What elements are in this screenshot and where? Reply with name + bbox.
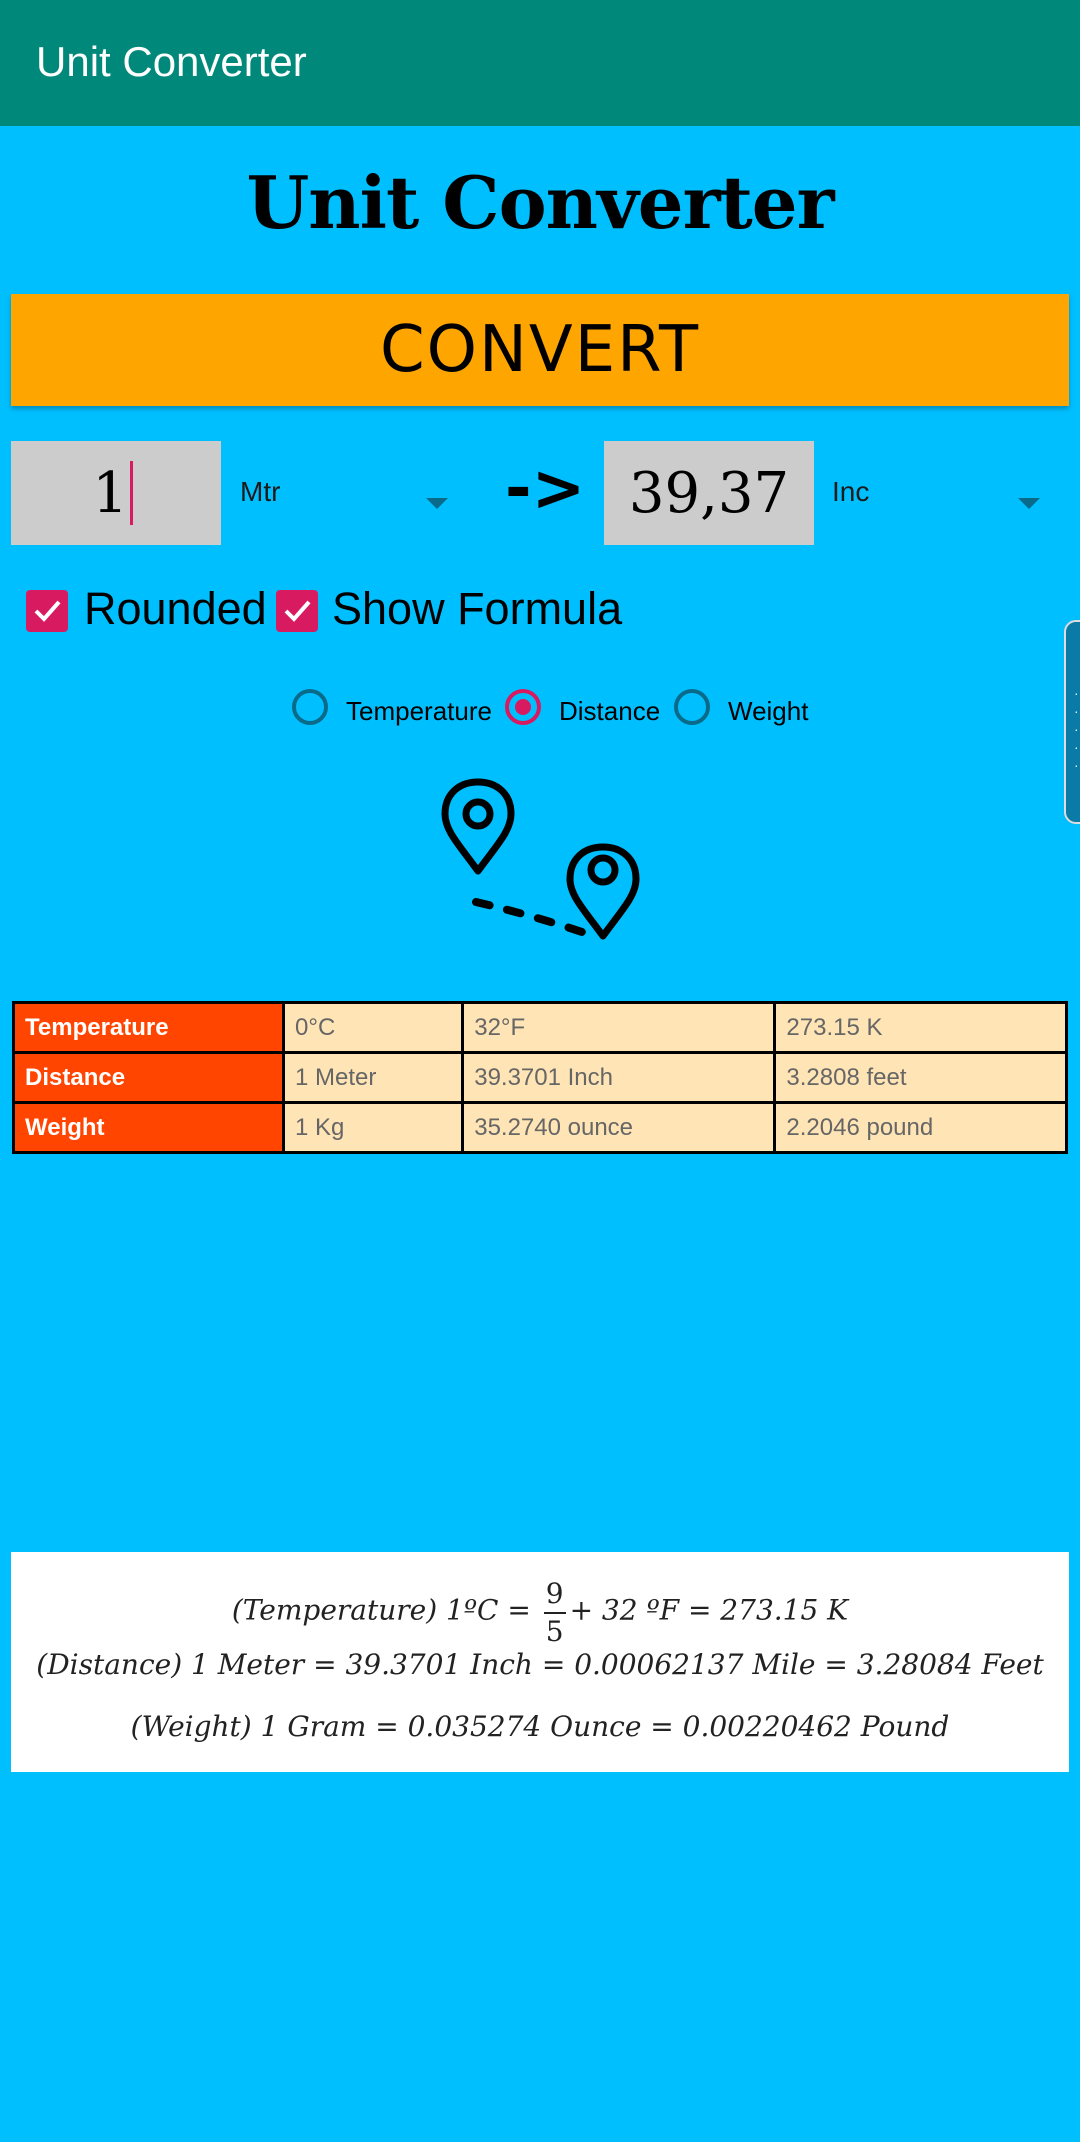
fraction-denominator: 5 xyxy=(545,1615,564,1648)
table-cell: 35.2740 ounce xyxy=(461,1101,777,1154)
table-row-header: Weight xyxy=(12,1101,285,1154)
input-value: 1 xyxy=(92,460,128,526)
page-title: Unit Converter xyxy=(246,160,834,245)
checkmark-icon xyxy=(284,600,311,622)
app-bar-title: Unit Converter xyxy=(36,38,307,85)
table-cell: 2.2046 pound xyxy=(773,1101,1068,1154)
table-row: Weight 1 Kg 35.2740 ounce 2.2046 pound xyxy=(12,1101,1068,1154)
to-unit-label: Inc xyxy=(832,476,870,507)
table-cell: 1 Kg xyxy=(281,1101,465,1154)
edge-panel-handle[interactable]: · · · · · xyxy=(1064,620,1080,824)
from-unit-label: Mtr xyxy=(240,476,281,507)
weight-formula: (Weight) 1 Gram = 0.035274 Ounce = 0.002… xyxy=(11,1710,1069,1743)
table-cell: 39.3701 Inch xyxy=(461,1051,777,1104)
table-cell: 0°C xyxy=(281,1001,465,1054)
temperature-formula-left: (Temperature) 1ºC = xyxy=(231,1593,540,1627)
radio-weight[interactable] xyxy=(674,689,710,725)
table-cell: 273.15 K xyxy=(773,1001,1068,1054)
temperature-formula: (Temperature) 1ºC = 9 5 + 32 ºF = 273.15 K xyxy=(11,1578,1069,1646)
radio-distance-label: Distance xyxy=(559,696,661,726)
table-row-header: Temperature xyxy=(12,1001,285,1054)
rounded-checkbox[interactable] xyxy=(26,590,68,632)
fraction-numerator: 9 xyxy=(543,1578,566,1614)
table-cell: 3.2808 feet xyxy=(773,1051,1068,1104)
show-formula-checkbox[interactable] xyxy=(276,590,318,632)
from-unit-dropdown[interactable]: Mtr xyxy=(240,476,460,536)
to-unit-dropdown[interactable]: Inc xyxy=(832,476,1052,536)
table-cell: 32°F xyxy=(461,1001,777,1054)
show-formula-label: Show Formula xyxy=(332,583,623,634)
radio-temperature[interactable] xyxy=(292,689,328,725)
temperature-formula-right: + 32 ºF = 273.15 K xyxy=(569,1593,849,1627)
radio-weight-label: Weight xyxy=(728,696,809,726)
checkmark-icon xyxy=(34,600,61,622)
distance-formula: (Distance) 1 Meter = 39.3701 Inch = 0.00… xyxy=(11,1648,1069,1681)
fraction-nine-fifths: 95 xyxy=(543,1578,566,1648)
table-cell: 1 Meter xyxy=(281,1051,465,1104)
distance-formula-text: (Distance) 1 Meter = 39.3701 Inch = 0.00… xyxy=(36,1648,1044,1681)
map-route-pins-icon xyxy=(441,778,640,940)
weight-formula-text: (Weight) 1 Gram = 0.035274 Ounce = 0.002… xyxy=(130,1710,950,1743)
input-value-field[interactable]: 1 xyxy=(11,441,221,545)
dropdown-arrow-icon xyxy=(426,498,448,509)
radio-temperature-label: Temperature xyxy=(346,696,492,726)
conversion-table: Temperature 0°C 32°F 273.15 K Distance 1… xyxy=(12,1001,1068,1154)
conversion-arrow: -> xyxy=(505,452,586,526)
table-row: Temperature 0°C 32°F 273.15 K xyxy=(12,1001,1068,1054)
output-value-field[interactable]: 39,37 xyxy=(604,441,814,545)
rounded-label: Rounded xyxy=(84,583,267,634)
table-row-header: Distance xyxy=(12,1051,285,1104)
formula-panel: (Temperature) 1ºC = 9 5 + 32 ºF = 273.15 K… xyxy=(11,1552,1069,1772)
handle-dots-icon: · · · · · xyxy=(1074,685,1079,773)
dropdown-arrow-icon xyxy=(1018,498,1040,509)
text-cursor xyxy=(130,461,133,525)
app-bar: Unit Converter xyxy=(0,0,1080,126)
output-value: 39,37 xyxy=(628,460,790,526)
radio-distance[interactable] xyxy=(505,689,541,725)
table-row: Distance 1 Meter 39.3701 Inch 3.2808 fee… xyxy=(12,1051,1068,1104)
convert-button[interactable]: CONVERT xyxy=(11,294,1069,406)
